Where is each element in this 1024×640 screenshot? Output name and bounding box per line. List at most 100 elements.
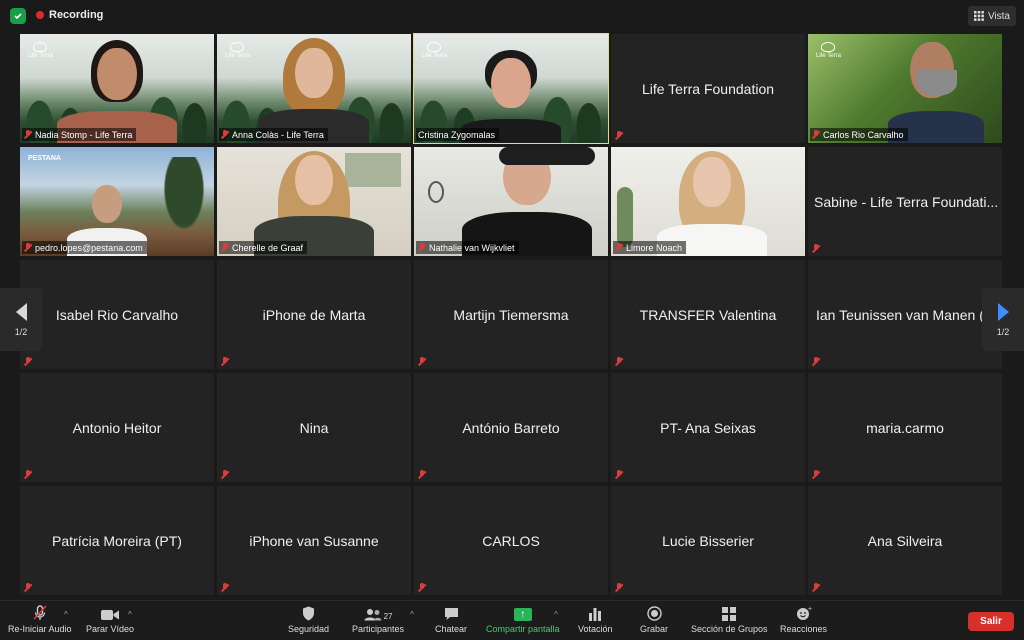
audio-button[interactable]: Re-Iniciar Audio	[8, 605, 72, 634]
participant-tile[interactable]: Life Terra Anna Colàs - Life Terra	[217, 34, 411, 143]
participant-tile[interactable]: TRANSFER Valentina	[611, 260, 805, 369]
participant-name: Nina	[299, 419, 329, 436]
chevron-left-icon	[15, 302, 27, 321]
recording-dot-icon	[36, 11, 44, 19]
share-screen-icon: ↑	[513, 605, 532, 621]
muted-mic-icon	[418, 357, 426, 366]
participant-tile[interactable]: Lucie Bisserier	[611, 486, 805, 595]
security-label: Seguridad	[288, 624, 330, 634]
participant-video	[414, 147, 608, 256]
share-label: Compartir pantalla	[486, 624, 560, 634]
participant-tile[interactable]: Life Terra Carlos Rio Carvalho	[808, 34, 1002, 143]
view-button[interactable]: Vista	[967, 6, 1016, 26]
participants-options-caret-icon[interactable]: ^	[410, 610, 414, 619]
participant-tile[interactable]: Isabel Rio Carvalho	[20, 260, 214, 369]
participants-count: 27	[383, 612, 393, 621]
participant-tile[interactable]: Cherelle de Graaf	[217, 147, 411, 256]
participant-name-label: Nadia Stomp - Life Terra	[22, 128, 137, 141]
participant-name: Isabel Rio Carvalho	[55, 306, 179, 323]
breakout-rooms-button[interactable]: Sección de Grupos	[691, 605, 768, 634]
breakout-rooms-label: Sección de Grupos	[691, 624, 768, 634]
participant-tile[interactable]: maria.carmo	[808, 373, 1002, 482]
audio-options-caret-icon[interactable]: ^	[64, 610, 68, 619]
muted-mic-icon	[24, 583, 32, 592]
participant-tile[interactable]: Martijn Tiemersma	[414, 260, 608, 369]
poll-button[interactable]: Votación	[578, 605, 613, 634]
share-options-caret-icon[interactable]: ^	[554, 610, 558, 619]
poll-label: Votación	[578, 624, 613, 634]
reactions-button[interactable]: + Reacciones	[780, 605, 827, 634]
security-shield-icon[interactable]	[10, 8, 26, 24]
participant-video	[217, 147, 411, 256]
participant-tile[interactable]: iPhone van Susanne	[217, 486, 411, 595]
muted-mic-icon	[221, 470, 229, 479]
participant-name: Martijn Tiemersma	[453, 306, 569, 323]
participant-name: maria.carmo	[866, 419, 944, 436]
participants-button[interactable]: 27 Participantes	[352, 605, 404, 634]
participant-tile[interactable]: Antonio Heitor	[20, 373, 214, 482]
muted-mic-icon	[24, 243, 32, 252]
video-button[interactable]: Parar Vídeo	[86, 605, 134, 634]
leave-meeting-button[interactable]: Salir	[968, 612, 1014, 631]
svg-text:+: +	[807, 606, 812, 613]
life-terra-logo: Life Terra	[225, 42, 250, 59]
recording-indicator[interactable]: Recording	[36, 9, 103, 21]
participant-tile[interactable]: iPhone de Marta	[217, 260, 411, 369]
muted-mic-icon	[221, 130, 229, 139]
participant-name: Ian Teunissen van Manen (E...	[816, 306, 1002, 323]
security-button[interactable]: Seguridad	[288, 605, 329, 634]
video-label: Parar Vídeo	[86, 624, 135, 634]
muted-microphone-icon	[33, 605, 47, 621]
participant-video	[20, 147, 214, 256]
participant-video	[611, 147, 805, 256]
participant-name: Lucie Bisserier	[662, 532, 754, 549]
chat-bubble-icon	[444, 605, 459, 621]
life-terra-logo: Life Terra	[28, 42, 53, 59]
muted-mic-icon	[24, 130, 32, 139]
participant-tile[interactable]: CARLOS	[414, 486, 608, 595]
gallery-grid: Life Terra Nadia Stomp - Life Terra Life…	[20, 33, 1004, 596]
recording-label: Recording	[49, 9, 104, 21]
video-options-caret-icon[interactable]: ^	[128, 610, 132, 619]
previous-page-button[interactable]: 1/2	[0, 288, 42, 351]
next-page-button[interactable]: 1/2	[982, 288, 1024, 351]
muted-mic-icon	[812, 583, 820, 592]
record-button[interactable]: Grabar	[640, 605, 668, 634]
participant-name-label: Nathalie van Wijkvliet	[416, 241, 519, 254]
participant-tile[interactable]: PESTANA pedro.lopes@pestana.com	[20, 147, 214, 256]
view-label: Vista	[987, 10, 1010, 22]
participant-name: Life Terra Foundation	[641, 80, 775, 97]
muted-mic-icon	[615, 470, 623, 479]
participant-tile[interactable]: PT- Ana Seixas	[611, 373, 805, 482]
muted-mic-icon	[615, 583, 623, 592]
participant-name: iPhone de Marta	[262, 306, 366, 323]
participant-name-label: Carlos Rio Carvalho	[810, 128, 908, 141]
muted-mic-icon	[221, 357, 229, 366]
participant-tile[interactable]: Ana Silveira	[808, 486, 1002, 595]
participant-name: iPhone van Susanne	[249, 532, 379, 549]
participant-name: António Barreto	[462, 419, 560, 436]
participant-tile[interactable]: Nathalie van Wijkvliet	[414, 147, 608, 256]
participant-tile[interactable]: António Barreto	[414, 373, 608, 482]
muted-mic-icon	[615, 243, 623, 252]
page-indicator: 1/2	[996, 326, 1010, 337]
meeting-toolbar: Re-Iniciar Audio ^ Parar Vídeo ^ Segurid…	[0, 600, 1024, 640]
participant-tile[interactable]: Nina	[217, 373, 411, 482]
muted-mic-icon	[812, 130, 820, 139]
shield-icon	[302, 605, 315, 621]
share-screen-button[interactable]: ↑ Compartir pantalla	[486, 605, 560, 634]
participant-tile-active-speaker[interactable]: Life Terra Cristina Zygomalas	[413, 33, 609, 144]
muted-mic-icon	[221, 243, 229, 252]
chat-button[interactable]: Chatear	[435, 605, 467, 634]
breakout-rooms-icon	[722, 605, 737, 621]
participant-name: PT- Ana Seixas	[660, 419, 756, 436]
participant-tile[interactable]: Life Terra Nadia Stomp - Life Terra	[20, 34, 214, 143]
participant-name-label: pedro.lopes@pestana.com	[22, 241, 147, 254]
participant-tile[interactable]: Patrícia Moreira (PT)	[20, 486, 214, 595]
participant-tile[interactable]: Life Terra Foundation	[611, 34, 805, 143]
muted-mic-icon	[418, 470, 426, 479]
participant-tile[interactable]: Limore Noach	[611, 147, 805, 256]
participant-tile[interactable]: Ian Teunissen van Manen (E...	[808, 260, 1002, 369]
record-label: Grabar	[640, 624, 669, 634]
participant-tile[interactable]: Sabine - Life Terra Foundati...	[808, 147, 1002, 256]
